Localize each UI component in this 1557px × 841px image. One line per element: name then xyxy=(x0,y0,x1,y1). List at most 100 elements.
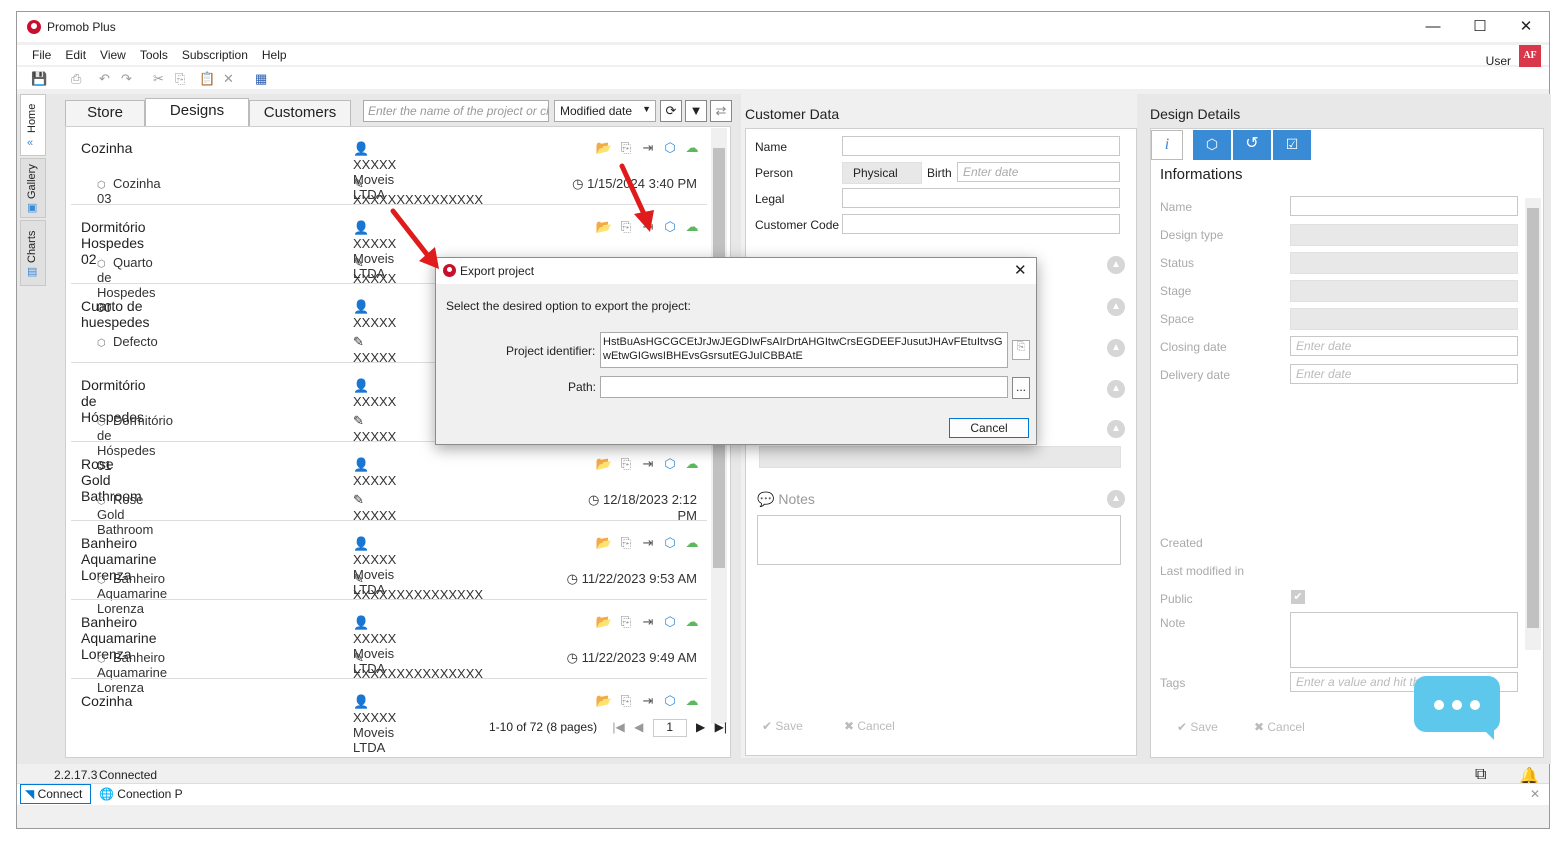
collapse-icon[interactable]: ▲ xyxy=(1107,339,1125,357)
design-name[interactable]: ⬡ Banheiro Aquamarine Lorenza xyxy=(97,650,167,695)
design-name[interactable]: ⬡ Rose Gold Bathroom xyxy=(97,492,153,537)
export-icon[interactable]: ⇥ xyxy=(637,535,659,551)
details-scrollbar[interactable] xyxy=(1525,198,1541,650)
copy-icon[interactable]: ⎘ xyxy=(1012,340,1030,360)
tab-charts[interactable]: Charts ▤ xyxy=(20,220,46,286)
structure-tab-icon[interactable]: ⬡ xyxy=(1193,130,1231,160)
redo-icon[interactable]: ↷ xyxy=(121,71,132,87)
duplicate-icon[interactable]: ⎘ xyxy=(615,614,637,630)
identifier-field[interactable]: HstBuAsHGCGCEtJrJwJEGDIwFsAIrDrtAHGItwCr… xyxy=(600,332,1008,368)
cloud-icon[interactable]: ☁ xyxy=(681,614,703,630)
tab-customers[interactable]: Customers xyxy=(249,100,351,126)
status-select[interactable] xyxy=(1290,252,1518,274)
info-tab-icon[interactable]: i xyxy=(1151,130,1183,160)
paste-icon[interactable]: 📋 xyxy=(199,71,215,87)
share-icon[interactable]: ⬡ xyxy=(659,140,681,156)
swap-button[interactable]: ⇄ xyxy=(710,100,732,122)
customer-dropdown[interactable] xyxy=(759,446,1121,468)
print-icon[interactable]: ⎙ xyxy=(71,71,81,87)
share-icon[interactable]: ⬡ xyxy=(659,614,681,630)
menu-file[interactable]: File xyxy=(25,45,58,65)
maximize-button[interactable]: ☐ xyxy=(1460,16,1500,38)
space-select[interactable] xyxy=(1290,308,1518,330)
notes-field[interactable] xyxy=(757,515,1121,565)
cloud-icon[interactable]: ☁ xyxy=(681,693,703,709)
menu-edit[interactable]: Edit xyxy=(58,45,93,65)
filter-button[interactable]: ▼ xyxy=(685,100,707,122)
note-field[interactable] xyxy=(1290,612,1518,668)
first-page-icon[interactable]: |◀ xyxy=(612,720,624,734)
browse-button[interactable]: ... xyxy=(1012,377,1030,399)
checklist-tab-icon[interactable]: ☑ xyxy=(1273,130,1311,160)
cloud-icon[interactable]: ☁ xyxy=(681,140,703,156)
scrollbar-thumb[interactable] xyxy=(1527,208,1539,628)
export-icon[interactable]: ⇥ xyxy=(637,456,659,472)
tab-store[interactable]: Store xyxy=(65,100,145,126)
folder-icon[interactable]: 📂 xyxy=(593,614,615,630)
prev-page-icon[interactable]: ◀ xyxy=(634,720,643,734)
search-input[interactable]: Enter the name of the project or cli xyxy=(363,100,549,122)
collapse-icon[interactable]: ▲ xyxy=(1107,490,1125,508)
duplicate-icon[interactable]: ⎘ xyxy=(615,456,637,472)
collapse-icon[interactable]: ▲ xyxy=(1107,420,1125,438)
project-name[interactable]: Cozinha xyxy=(81,693,132,709)
folder-icon[interactable]: 📂 xyxy=(593,219,615,235)
birth-field[interactable]: Enter date xyxy=(957,162,1120,182)
details-cancel-button[interactable]: ✖ Cancel xyxy=(1254,720,1305,734)
refresh-button[interactable]: ⟳ xyxy=(660,100,682,122)
customer-save-button[interactable]: ✔ Save xyxy=(762,719,803,733)
path-field[interactable] xyxy=(600,376,1008,398)
project-name[interactable]: Cozinha xyxy=(81,140,132,156)
cloud-icon[interactable]: ☁ xyxy=(681,219,703,235)
save-icon[interactable]: 💾 xyxy=(31,71,47,87)
export-icon[interactable]: ⇥ xyxy=(637,614,659,630)
close-icon[interactable]: ✕ xyxy=(1530,787,1540,801)
folder-icon[interactable]: 📂 xyxy=(593,693,615,709)
design-type-select[interactable] xyxy=(1290,224,1518,246)
customer-cancel-button[interactable]: ✖ Cancel xyxy=(844,719,895,733)
duplicate-icon[interactable]: ⎘ xyxy=(615,140,637,156)
person-select[interactable]: Physical xyxy=(842,162,922,184)
connection-tab[interactable]: 🌐 Conection P xyxy=(99,787,183,801)
tab-home[interactable]: Home « xyxy=(20,94,46,156)
share-icon[interactable]: ⬡ xyxy=(659,456,681,472)
customer-code-field[interactable] xyxy=(842,214,1120,234)
dd-name-field[interactable] xyxy=(1290,196,1518,216)
design-name[interactable]: ⬡ Banheiro Aquamarine Lorenza xyxy=(97,571,167,616)
page-input[interactable]: 1 xyxy=(652,719,687,737)
avatar[interactable]: AF xyxy=(1519,45,1541,67)
delete-icon[interactable]: ✕ xyxy=(223,71,234,87)
export-icon[interactable]: ⇥ xyxy=(637,693,659,709)
color-scheme-icon[interactable]: ▦ xyxy=(255,71,267,87)
undo-icon[interactable]: ↶ xyxy=(99,71,110,87)
menu-subscription[interactable]: Subscription xyxy=(175,45,255,65)
public-checkbox[interactable]: ✔ xyxy=(1291,590,1305,604)
share-icon[interactable]: ⬡ xyxy=(659,535,681,551)
details-save-button[interactable]: ✔ Save xyxy=(1177,720,1218,734)
export-icon[interactable]: ⇥ xyxy=(637,140,659,156)
copy-icon[interactable]: ⎘ xyxy=(175,71,185,87)
dialog-close-button[interactable]: ✕ xyxy=(1014,261,1027,279)
design-name[interactable]: ⬡ Defecto xyxy=(97,334,158,349)
stage-select[interactable] xyxy=(1290,280,1518,302)
cloud-icon[interactable]: ☁ xyxy=(681,456,703,472)
screens-icon[interactable]: ⧉ xyxy=(1475,766,1486,784)
collapse-icon[interactable]: ▲ xyxy=(1107,298,1125,316)
folder-icon[interactable]: 📂 xyxy=(593,140,615,156)
cloud-icon[interactable]: ☁ xyxy=(681,535,703,551)
collapse-icon[interactable]: ▲ xyxy=(1107,380,1125,398)
customer-name-field[interactable] xyxy=(842,136,1120,156)
share-icon[interactable]: ⬡ xyxy=(659,693,681,709)
folder-icon[interactable]: 📂 xyxy=(593,535,615,551)
dialog-cancel-button[interactable]: Cancel xyxy=(949,418,1029,438)
sort-select[interactable]: Modified date ▼ xyxy=(554,100,656,122)
menu-help[interactable]: Help xyxy=(255,45,294,65)
next-page-icon[interactable]: ▶ xyxy=(696,720,705,734)
collapse-icon[interactable]: ▲ xyxy=(1107,256,1125,274)
history-tab-icon[interactable]: ↺ xyxy=(1233,130,1271,160)
last-page-icon[interactable]: ▶| xyxy=(715,720,727,734)
menu-view[interactable]: View xyxy=(93,45,133,65)
close-button[interactable]: ✕ xyxy=(1506,16,1546,38)
tab-designs[interactable]: Designs xyxy=(145,98,249,126)
connect-button[interactable]: ◥ Connect xyxy=(20,784,91,804)
